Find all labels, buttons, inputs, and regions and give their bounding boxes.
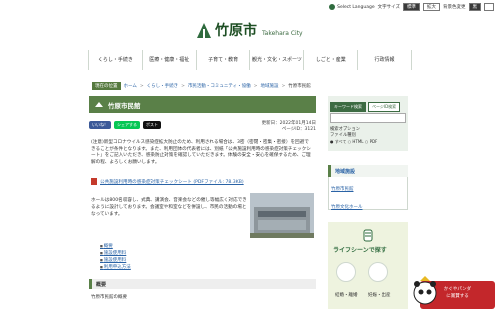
nav-health[interactable]: 医療・健康・福祉 [141,50,196,70]
tab-keyword-search[interactable]: キーワード検索 [330,102,366,112]
select-language-link[interactable]: Select Language [329,4,375,10]
breadcrumb-current: 竹原市民館 [288,84,311,89]
breadcrumb-sep: > [281,83,286,89]
breadcrumb-living[interactable]: くらし・手続き [147,83,179,89]
search-tabs: キーワード検索 ページID検索 [330,102,401,112]
page-title: 竹原市民館 [89,96,316,113]
page-id: ページID：3121 [281,127,316,132]
nav-tourism[interactable]: 観光・文化・スポーツ [249,50,303,70]
baby-icon[interactable] [368,262,388,282]
globe-icon [329,4,336,10]
page-anchor-links: 概要 施設使用料 施設使用料 利用申込方法 [100,243,131,271]
radio-pdf[interactable]: ○ PDF [365,139,378,144]
breadcrumb: 現在の位置 ホーム > くらし・手続き > 市民活動・コミュニティ・協働 > 地… [92,82,311,90]
text-size-large-button[interactable]: 拡大 [423,3,440,11]
search-options: 検索オプション ファイル種別 [330,127,360,139]
life-item-birth[interactable]: 妊娠・出産 [368,292,391,298]
breadcrumb-sep: > [181,83,185,89]
breadcrumb-sep: > [253,83,258,89]
nav-childcare[interactable]: 子育て・教育 [195,50,250,70]
notice-text: (注意)新型コロナウイルス感染症拡大防止のため、利用される場合は、3密（密閉・密… [91,140,311,165]
nav-living[interactable]: くらし・手続き [88,50,142,70]
logo-subtext: Takehara City [262,29,303,37]
overview-label: 竹原市民館の概要 [91,295,127,300]
bg-color-label: 背景色変更 [443,5,466,10]
life-scene-title: ライフシーンで探す [333,247,387,254]
bg-white-button[interactable] [484,3,494,11]
pdf-link[interactable]: 公共施設利用時の感染症対策チェックシート (PDFファイル: 78.3KB) [91,178,244,185]
life-item-marriage[interactable]: 結婚・離婚 [335,292,358,298]
building-photo [250,193,314,238]
breadcrumb-label: 現在の位置 [92,82,121,90]
nav-admin[interactable]: 行政情報 [357,50,412,70]
top-bar: Select Language 文字サイズ 標準 拡大 背景色変更 黒 [0,0,500,14]
nav-work[interactable]: しごと・産業 [303,50,357,70]
file-format-radios: ● すべて ○ HTML ○ PDF [330,139,377,145]
photo-caption: ホールは800名収容し、式典、講演会、音楽会などの催し等幅広く対応できるように設… [91,198,247,217]
facility-link-bunka-hall[interactable]: 竹原文化ホール [331,204,363,210]
utility-links: Select Language 文字サイズ 標準 拡大 背景色変更 黒 [329,3,494,11]
anchor-application[interactable]: 利用申込方法 [100,264,131,271]
bamboo-shoot-icon [363,229,373,242]
logo-text: 竹原市 [215,23,257,39]
anchor-fee-2[interactable]: 施設使用料 [100,257,131,264]
search-input[interactable] [330,113,406,123]
global-nav: くらし・手続き 医療・健康・福祉 子育て・教育 観光・文化・スポーツ しごと・産… [88,50,412,70]
panda-mascot-icon [413,276,437,305]
rings-icon[interactable] [336,262,356,282]
radio-html[interactable]: ○ HTML [348,139,364,144]
pdf-icon [91,178,97,185]
facility-link-shiminkan[interactable]: 竹原市民館 [331,186,354,192]
breadcrumb-facilities[interactable]: 地域施設 [260,83,278,89]
bamboo-logo-icon [197,23,211,39]
facilities-heading[interactable]: 地域施設 [328,165,408,177]
x-post-button[interactable]: ポスト [143,121,161,129]
building-image [250,193,314,238]
share-button[interactable]: シェアする [114,121,140,129]
tab-pageid-search[interactable]: ページID検索 [368,102,401,112]
bg-black-button[interactable]: 黒 [468,3,481,11]
breadcrumb-sep: > [139,83,144,89]
page-meta: 更新日：2022年01月14日 ページID：3121 [258,121,316,133]
text-size-label: 文字サイズ [377,5,400,10]
breadcrumb-community[interactable]: 市民活動・コミュニティ・協働 [188,83,251,89]
anchor-fee[interactable]: 施設使用料 [100,250,131,257]
section-heading: 概要 [89,279,316,289]
site-logo[interactable]: 竹原市 Takehara City [196,17,308,45]
anchor-overview[interactable]: 概要 [100,243,131,250]
share-buttons: いいね！ シェアする ポスト [89,121,161,129]
text-size-standard-button[interactable]: 標準 [403,3,420,11]
facebook-like-button[interactable]: いいね！ [89,121,111,129]
radio-all[interactable]: ● すべて [330,139,346,144]
bamboo-leaf-icon [95,102,103,107]
breadcrumb-home[interactable]: ホーム [124,83,137,89]
